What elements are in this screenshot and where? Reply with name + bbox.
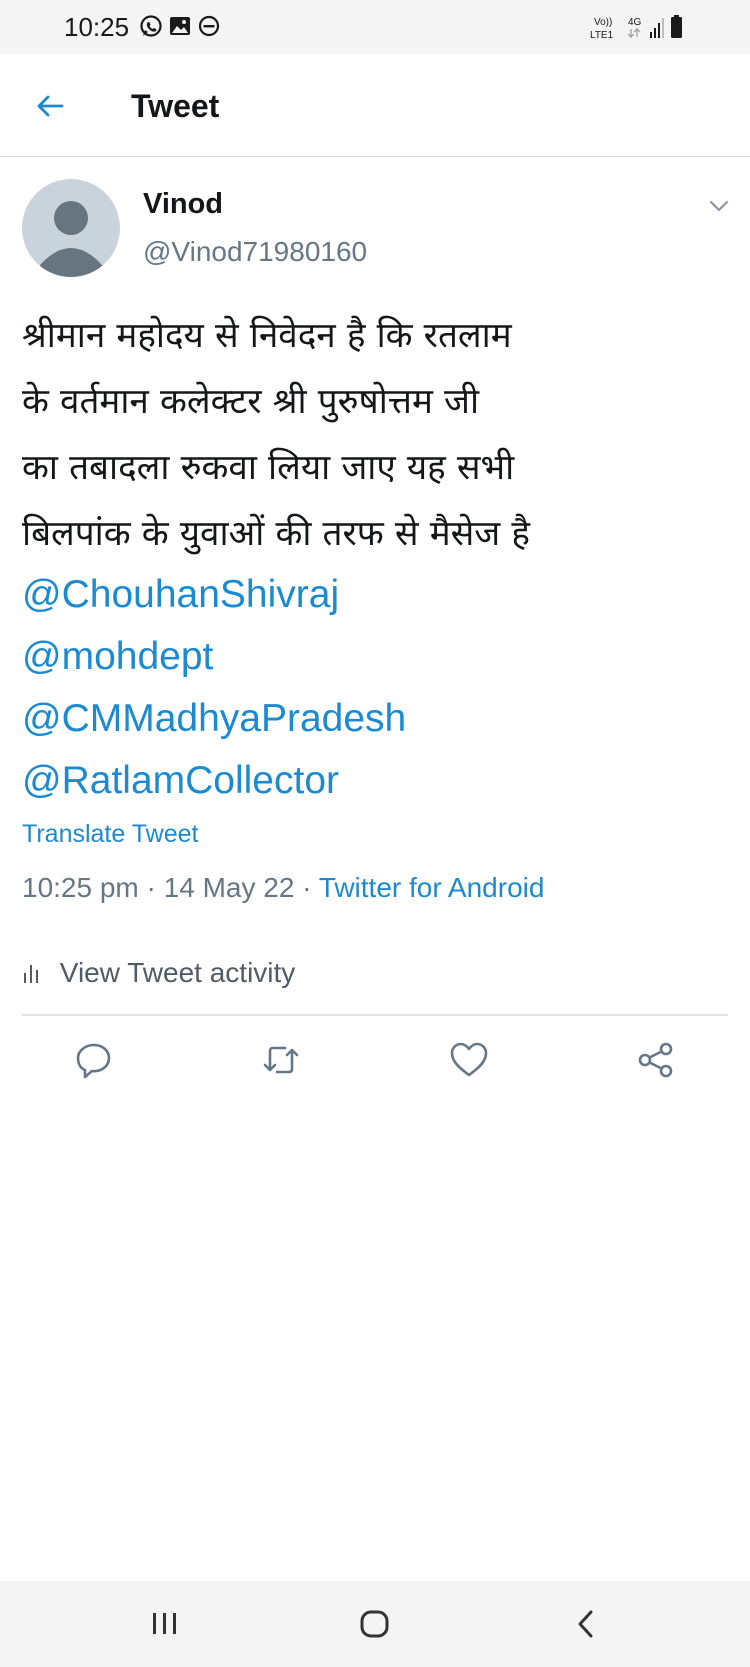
like-icon[interactable]: [449, 1040, 489, 1080]
recent-apps-icon[interactable]: [150, 1608, 180, 1638]
whatsapp-icon: [140, 15, 162, 37]
mention-link[interactable]: @RatlamCollector: [22, 750, 406, 812]
tweet-meta: 10:25 pm · 14 May 22 · Twitter for Andro…: [22, 872, 544, 904]
status-time: 10:25: [64, 12, 130, 42]
status-left-icons: [140, 15, 220, 37]
back-arrow-icon[interactable]: [34, 90, 66, 122]
app-bar: Tweet: [0, 54, 750, 157]
view-tweet-activity[interactable]: View Tweet activity: [22, 957, 295, 989]
battery-icon: [671, 15, 682, 38]
data-arrows-icon: [627, 28, 641, 38]
tweet-text-line: के वर्तमान कलेक्टर श्री पुरुषोत्तम जी: [22, 382, 480, 422]
translate-tweet-link[interactable]: Translate Tweet: [22, 820, 198, 849]
system-nav-bar: [0, 1581, 750, 1667]
analytics-icon: [24, 965, 38, 983]
page-title: Tweet: [131, 88, 220, 124]
home-icon[interactable]: [359, 1608, 391, 1640]
chevron-down-icon[interactable]: [708, 198, 730, 214]
gallery-icon: [170, 17, 190, 35]
back-nav-icon[interactable]: [574, 1608, 598, 1640]
meta-separator: ·: [302, 872, 312, 903]
avatar[interactable]: [22, 179, 120, 277]
signal-icon: [650, 18, 664, 38]
view-tweet-activity-label: View Tweet activity: [59, 957, 296, 988]
reply-icon[interactable]: [74, 1040, 114, 1080]
mention-link[interactable]: @CMMadhyaPradesh: [22, 688, 406, 750]
tweet-time: 10:25 pm: [22, 872, 139, 903]
mention-list: @ChouhanShivraj @mohdept @CMMadhyaPrades…: [22, 564, 406, 812]
meta-separator: ·: [146, 872, 156, 903]
default-profile-icon: [40, 201, 102, 277]
mention-link[interactable]: @mohdept: [22, 626, 406, 688]
carrier-top: Vo)): [594, 17, 612, 28]
tweet-screen: 10:25 Vo)) LTE1 4G Tweet Vinod @Vinod719…: [0, 0, 750, 1667]
author-handle[interactable]: @Vinod71980160: [143, 236, 367, 268]
mention-link[interactable]: @ChouhanShivraj: [22, 564, 406, 626]
status-bar: 10:25 Vo)) LTE1 4G: [0, 0, 750, 54]
carrier-bottom: LTE1: [590, 30, 614, 41]
network-type: 4G: [628, 17, 642, 28]
do-not-disturb-icon: [198, 15, 220, 37]
retweet-icon[interactable]: [261, 1040, 301, 1080]
status-right-icons: Vo)) LTE1 4G: [590, 15, 682, 41]
author-name[interactable]: Vinod: [143, 188, 223, 221]
tweet-text-line: बिलपांक के युवाओं की तरफ से मैसेज है: [22, 514, 530, 554]
divider: [22, 1014, 728, 1016]
tweet-text-line: श्रीमान महोदय से निवेदन है कि रतलाम: [22, 316, 512, 356]
tweet-source-link[interactable]: Twitter for Android: [319, 872, 545, 903]
tweet-text-line: का तबादला रुकवा लिया जाए यह सभी: [22, 448, 515, 488]
tweet-text: श्रीमान महोदय से निवेदन है कि रतलाम के व…: [22, 303, 722, 567]
share-icon[interactable]: [636, 1040, 676, 1080]
tweet-date: 14 May 22: [163, 872, 295, 903]
